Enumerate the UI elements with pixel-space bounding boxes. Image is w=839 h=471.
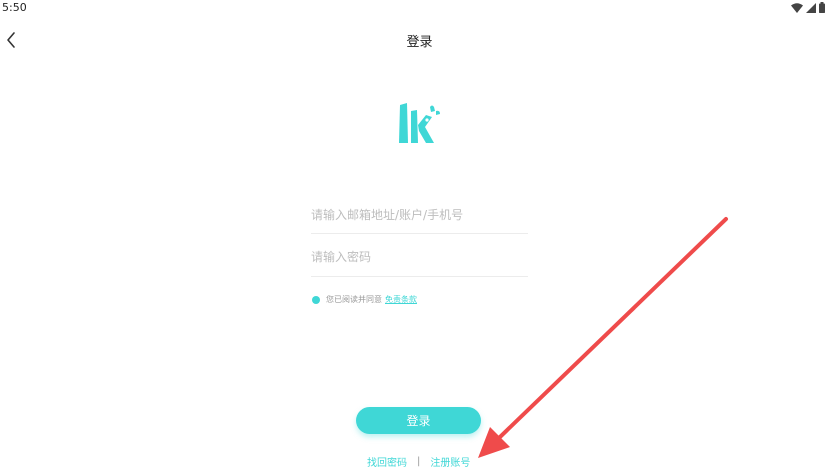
page-title: 登录 bbox=[406, 35, 433, 50]
password-input[interactable] bbox=[311, 247, 528, 267]
agreement-checkbox[interactable] bbox=[312, 295, 320, 304]
agreement-row: 您已阅读并同意 免责条款 bbox=[312, 294, 417, 305]
wifi-icon bbox=[791, 2, 803, 13]
login-button[interactable]: 登录 bbox=[356, 407, 481, 434]
battery-icon bbox=[819, 2, 825, 13]
disclaimer-link[interactable]: 免责条款 bbox=[385, 294, 417, 305]
status-time: 5:50 bbox=[2, 1, 27, 14]
agreement-text: 您已阅读并同意 bbox=[326, 295, 382, 304]
account-field[interactable] bbox=[311, 204, 528, 234]
annotation-arrow bbox=[478, 217, 728, 458]
status-bar: 5:50 bbox=[0, 0, 839, 16]
password-field[interactable] bbox=[311, 246, 528, 277]
annotation-arrow-shaft bbox=[498, 217, 728, 439]
forgot-password-link[interactable]: 找回密码 bbox=[367, 454, 407, 469]
status-icons bbox=[791, 2, 825, 13]
app-logo bbox=[396, 101, 442, 145]
register-link[interactable]: 注册账号 bbox=[430, 454, 470, 469]
bottom-links: 找回密码 | 注册账号 bbox=[367, 454, 470, 469]
signal-icon bbox=[806, 2, 816, 13]
link-separator: | bbox=[417, 456, 421, 467]
account-input[interactable] bbox=[311, 205, 528, 225]
annotation-arrow-head bbox=[478, 427, 510, 458]
lk-logo-icon bbox=[399, 103, 440, 143]
